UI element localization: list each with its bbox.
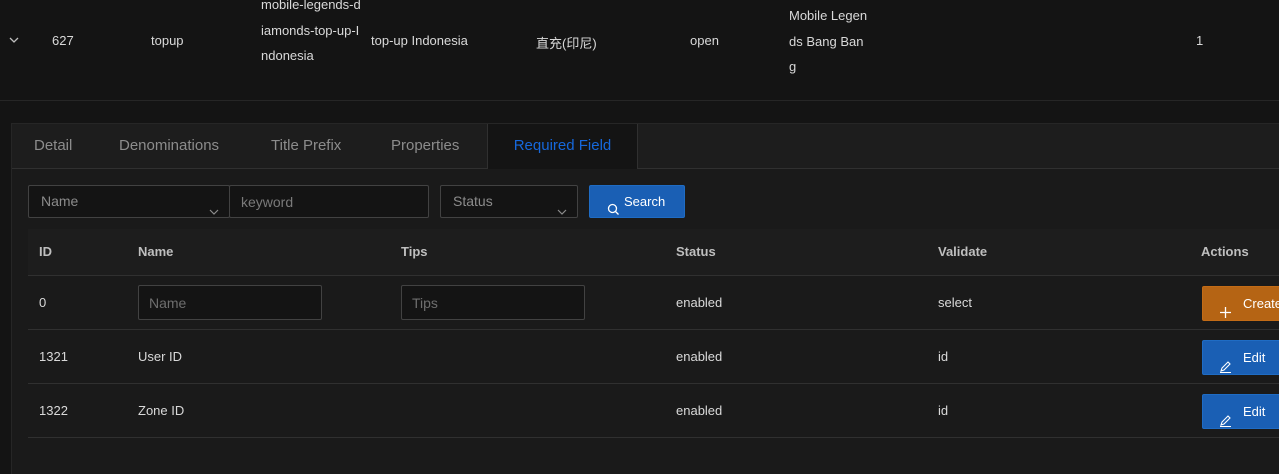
field-select-value: Name	[41, 193, 79, 209]
column-header-status: Status	[676, 244, 716, 259]
chevron-down-icon	[557, 197, 567, 215]
search-icon	[607, 196, 620, 215]
parent-table-row: 627 topup mobile-legends-diamonds-top-up…	[0, 0, 1279, 101]
row-validate: id	[938, 403, 949, 418]
new-name-input[interactable]	[138, 285, 322, 320]
edit-button-label: Edit	[1243, 404, 1266, 419]
keyword-input[interactable]	[229, 185, 429, 218]
search-button[interactable]: Search	[589, 185, 685, 218]
parent-title: top-up Indonesia	[371, 33, 468, 48]
expanded-detail-panel: Detail Denominations Title Prefix Proper…	[11, 123, 1279, 474]
row-validate: id	[938, 349, 949, 364]
row-validate: select	[938, 295, 972, 310]
table-header: ID Name Tips Status Validate Actions	[28, 229, 1279, 276]
parent-count: 1	[1196, 33, 1204, 48]
status-select-value: Status	[453, 193, 493, 209]
status-select[interactable]: Status	[440, 185, 578, 218]
table-row: 1321 User ID enabled id Edit	[28, 330, 1279, 384]
plus-icon	[1219, 298, 1232, 318]
tab-bar: Detail Denominations Title Prefix Proper…	[12, 124, 1279, 169]
row-name: Zone ID	[138, 403, 185, 418]
tab-title-prefix[interactable]: Title Prefix	[271, 124, 341, 168]
tab-properties[interactable]: Properties	[391, 124, 459, 168]
edit-button-label: Edit	[1243, 350, 1266, 365]
parent-game: Mobile Legends Bang Bang	[789, 8, 868, 74]
create-button[interactable]: Create	[1202, 286, 1279, 321]
row-id: 0	[39, 295, 47, 310]
row-status: enabled	[676, 295, 723, 310]
chevron-down-icon	[209, 197, 219, 215]
parent-slug: mobile-legends-diamonds-top-up-Indonesia	[261, 0, 361, 63]
tab-denominations[interactable]: Denominations	[119, 124, 219, 168]
row-name: User ID	[138, 349, 183, 364]
edit-icon	[1219, 406, 1232, 428]
chevron-down-icon[interactable]	[8, 34, 20, 46]
parent-status: open	[690, 33, 719, 48]
column-header-validate: Validate	[938, 244, 988, 259]
required-fields-table: ID Name Tips Status Validate Actions 0 e…	[28, 229, 1279, 438]
parent-id: 627	[52, 33, 74, 48]
row-status: enabled	[676, 349, 723, 364]
row-id: 1322	[39, 403, 68, 418]
edit-button[interactable]: Edit	[1202, 340, 1279, 375]
tab-detail[interactable]: Detail	[34, 124, 72, 168]
column-header-id: ID	[39, 244, 52, 259]
create-button-label: Create	[1243, 296, 1279, 311]
parent-type: topup	[151, 33, 184, 48]
column-header-tips: Tips	[401, 244, 428, 259]
table-row: 1322 Zone ID enabled id Edit	[28, 384, 1279, 438]
row-id: 1321	[39, 349, 68, 364]
table-row-new: 0 enabled select Create	[28, 276, 1279, 330]
parent-title-cn: 直充(印尼)	[536, 36, 597, 51]
search-button-label: Search	[624, 194, 666, 209]
tab-required-field[interactable]: Required Field	[487, 124, 638, 169]
edit-icon	[1219, 352, 1232, 374]
row-status: enabled	[676, 403, 723, 418]
column-header-actions: Actions	[1201, 244, 1249, 259]
edit-button[interactable]: Edit	[1202, 394, 1279, 429]
column-header-name: Name	[138, 244, 174, 259]
new-tips-input[interactable]	[401, 285, 585, 320]
field-select[interactable]: Name	[28, 185, 230, 218]
